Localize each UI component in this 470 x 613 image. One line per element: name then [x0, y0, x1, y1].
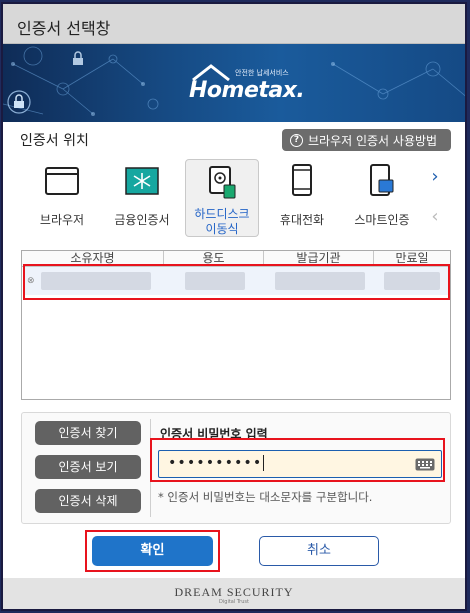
storage-hard-disk[interactable]: 하드디스크 이동식	[185, 159, 259, 237]
logo-tagline: 안전한 납세서비스	[235, 69, 289, 77]
browser-cert-help-button[interactable]: ? 브라우저 인증서 사용방법	[282, 129, 451, 151]
highlight-password-field	[150, 438, 445, 482]
smart-cert-icon	[370, 164, 394, 196]
browser-icon	[45, 167, 79, 195]
location-title: 인증서 위치	[20, 133, 89, 149]
footer: DREAM SECURITY Digital Trust	[3, 578, 465, 609]
title-bar: 인증서 선택창	[3, 4, 465, 44]
lock-icon	[7, 90, 31, 114]
storage-location-list: 브라우저 금융인증서 하드디스크 이동식 휴대전화 스마트인증 › ‹	[3, 154, 465, 240]
storage-mobile-phone[interactable]: 휴대전화	[265, 159, 339, 237]
highlight-certificate-row	[23, 264, 450, 300]
storage-smart-cert[interactable]: 스마트인증	[345, 159, 419, 237]
find-cert-button[interactable]: 인증서 찾기	[35, 421, 141, 445]
certificate-dialog: 인증서 선택창 안전한 납세서비스 Hometax. 인증서 위치 ? 브라우저…	[1, 2, 467, 611]
view-cert-button[interactable]: 인증서 보기	[35, 455, 141, 479]
mobile-phone-icon	[292, 164, 312, 196]
cancel-button[interactable]: 취소	[259, 536, 379, 566]
hard-disk-icon	[209, 166, 236, 199]
hometax-banner: 안전한 납세서비스 Hometax.	[3, 44, 465, 122]
highlight-ok-button	[85, 530, 220, 572]
logo-text: Hometax.	[189, 78, 305, 103]
password-note: * 인증서 비밀번호는 대소문자를 구분합니다.	[158, 490, 373, 504]
question-icon: ?	[290, 133, 303, 147]
financial-cert-icon	[125, 167, 159, 195]
storage-label: 휴대전화	[279, 213, 325, 227]
window-title: 인증서 선택창	[17, 19, 111, 38]
footer-tagline: Digital Trust	[219, 599, 249, 605]
storage-financial-cert[interactable]: 금융인증서	[105, 159, 179, 237]
storage-label: 브라우저	[39, 213, 85, 227]
storage-label: 스마트인증	[354, 213, 410, 227]
dream-security-logo: DREAM SECURITY	[174, 585, 294, 599]
storage-label: 금융인증서	[114, 213, 170, 227]
hometax-logo: 안전한 납세서비스 Hometax.	[189, 64, 305, 104]
storage-browser[interactable]: 브라우저	[25, 159, 99, 237]
storage-label: 하드디스크 이동식	[194, 207, 250, 236]
delete-cert-button[interactable]: 인증서 삭제	[35, 489, 141, 513]
help-button-label: 브라우저 인증서 사용방법	[308, 133, 438, 148]
storage-prev-arrow[interactable]: ‹	[427, 206, 443, 227]
lock-icon	[73, 51, 83, 65]
storage-next-arrow[interactable]: ›	[427, 166, 443, 187]
